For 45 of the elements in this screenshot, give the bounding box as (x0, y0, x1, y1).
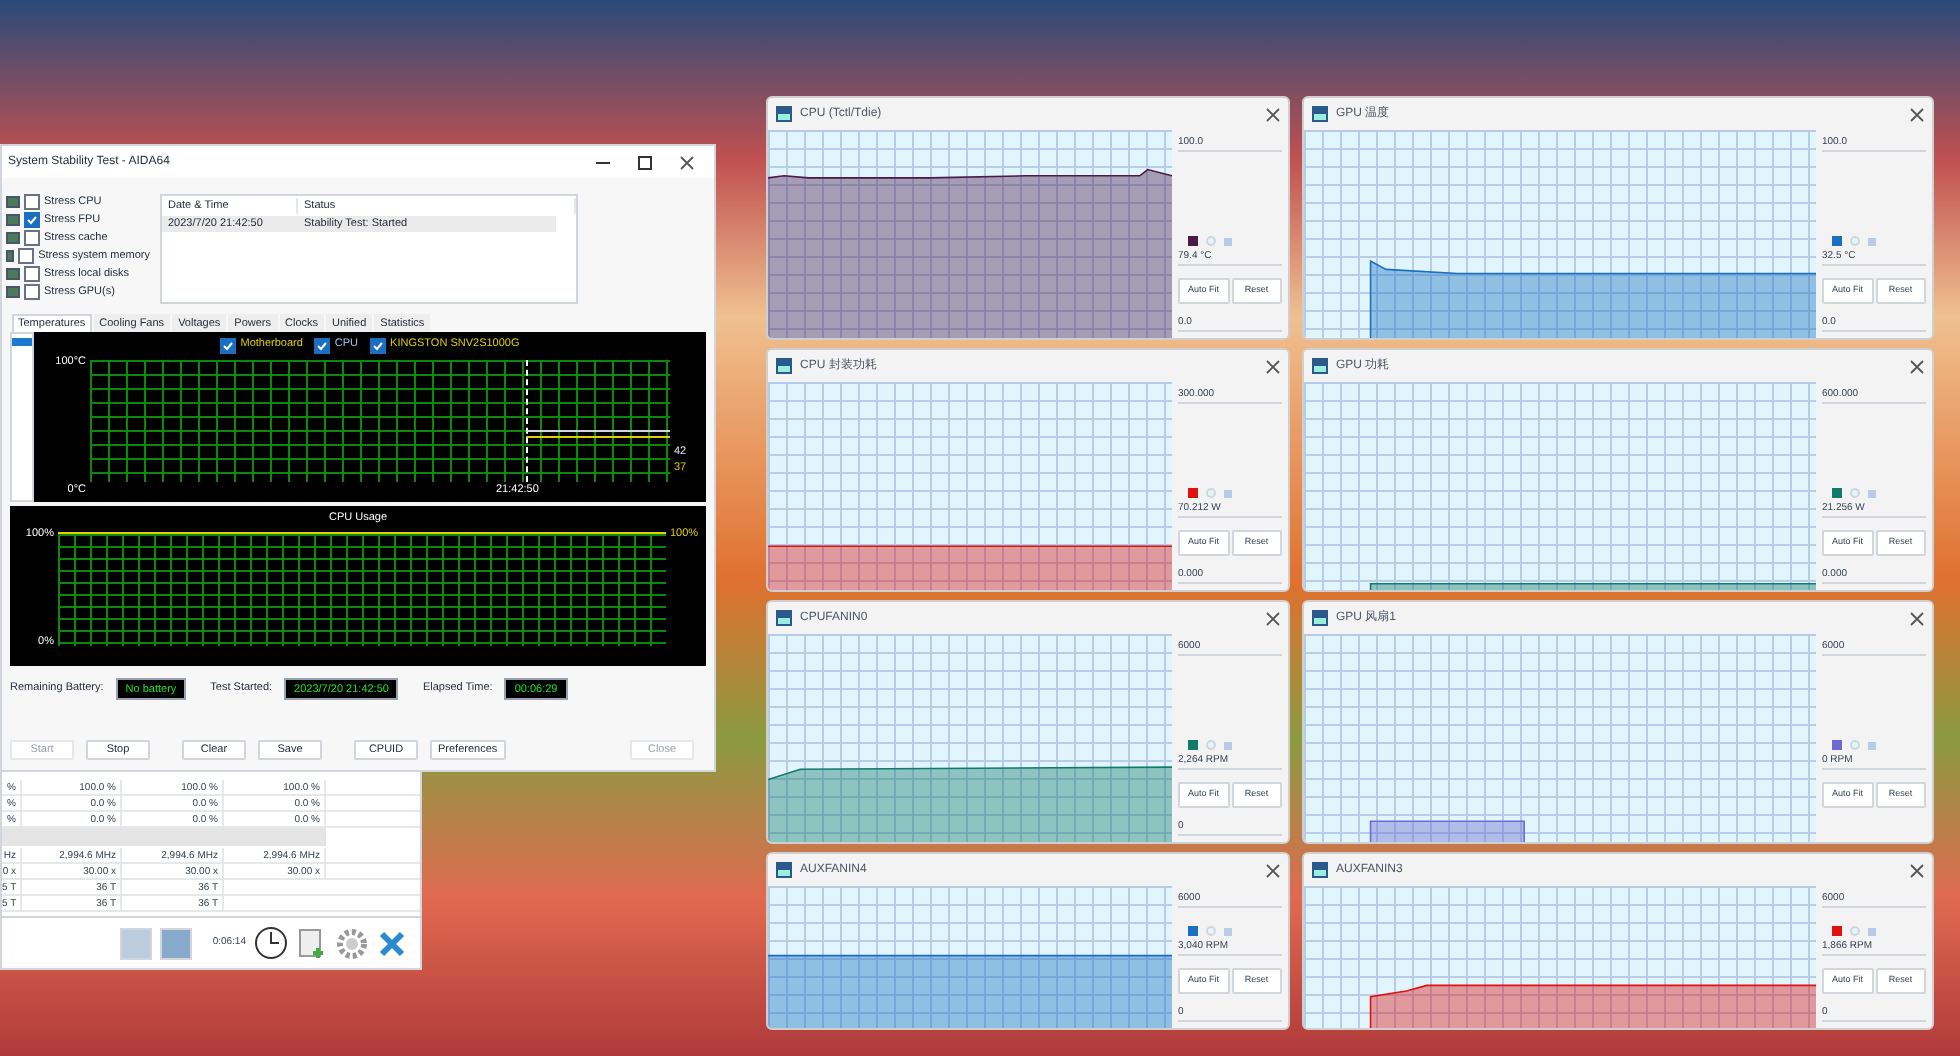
app-icon (776, 610, 792, 626)
close-icon[interactable] (680, 155, 694, 169)
app-icon (776, 106, 792, 122)
close-icon[interactable] (376, 927, 408, 959)
square-icon (1868, 489, 1876, 498)
close-icon[interactable] (1266, 107, 1280, 121)
close-icon[interactable] (1266, 863, 1280, 877)
check-icon (316, 339, 329, 351)
checkbox[interactable] (24, 266, 40, 282)
document-icon[interactable] (296, 927, 328, 959)
app-icon (776, 358, 792, 374)
close-icon[interactable] (1910, 359, 1924, 373)
square-icon (1224, 489, 1232, 498)
square-icon (1868, 237, 1876, 246)
checkbox[interactable] (24, 194, 40, 210)
minimize-icon[interactable] (596, 161, 610, 163)
square-icon (1868, 741, 1876, 750)
close-icon[interactable] (1266, 611, 1280, 625)
square-icon (1224, 741, 1232, 750)
check-icon (222, 339, 235, 351)
check-icon (26, 214, 38, 226)
checkbox[interactable] (24, 284, 40, 300)
app-icon (776, 862, 792, 878)
square-icon (1868, 927, 1876, 936)
close-icon[interactable] (1910, 107, 1924, 121)
clock-icon[interactable] (254, 926, 288, 960)
time-marker (525, 360, 527, 482)
checkbox[interactable] (314, 337, 331, 353)
settings-icon[interactable] (336, 927, 368, 959)
maximize-icon[interactable] (638, 155, 652, 169)
checkbox[interactable] (18, 248, 35, 264)
app-icon (1312, 610, 1328, 626)
app-icon (1312, 862, 1328, 878)
checkbox[interactable] (370, 337, 387, 353)
close-icon[interactable] (1266, 359, 1280, 373)
close-icon[interactable] (1910, 863, 1924, 877)
checkbox[interactable] (24, 230, 40, 246)
checkbox[interactable] (24, 212, 40, 228)
app-icon (1312, 358, 1328, 374)
check-icon (372, 339, 385, 351)
close-icon[interactable] (1910, 611, 1924, 625)
checkbox[interactable] (220, 337, 237, 353)
app-icon (1312, 106, 1328, 122)
square-icon (1224, 237, 1232, 246)
square-icon (1224, 927, 1232, 936)
